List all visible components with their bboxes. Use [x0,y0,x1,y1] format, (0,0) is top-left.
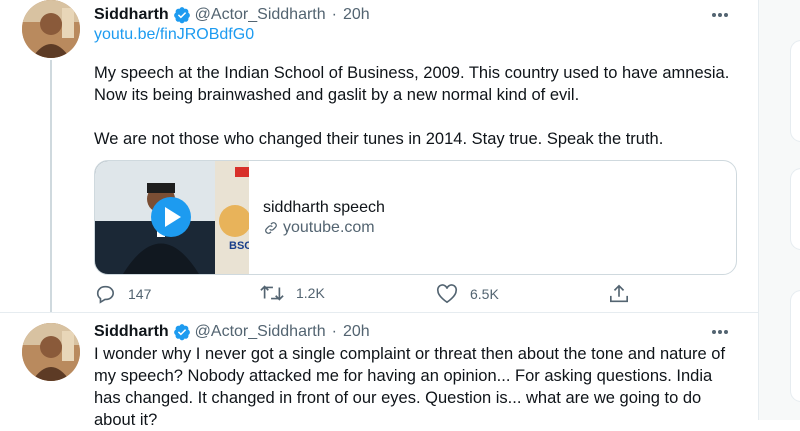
video-thumbnail[interactable]: BSC [95,161,249,274]
avatar[interactable] [22,0,80,58]
more-dots-icon[interactable] [706,321,734,343]
card-domain-text: youtube.com [283,219,375,236]
thread-line [50,60,52,312]
share-icon [610,284,628,303]
sidebar-card [790,40,800,142]
tweet-feed: Siddharth @Actor_Siddharth · 20h youtu.b… [0,0,758,429]
sidebar-card [790,168,800,250]
author-name[interactable]: Siddharth [94,6,169,24]
retweet-button[interactable]: 1.2K [260,284,325,302]
svg-text:BSC: BSC [229,240,249,252]
tweet-2[interactable]: Siddharth @Actor_Siddharth · 20h I wonde… [0,313,758,429]
tweet-actions: 147 1.2K 6.5K [94,284,654,306]
author-handle[interactable]: @Actor_Siddharth [195,323,326,341]
card-domain[interactable]: youtube.com [263,219,375,237]
avatar[interactable] [22,323,80,381]
like-button[interactable]: 6.5K [436,284,499,304]
reply-count: 147 [128,286,152,302]
tweet-1[interactable]: Siddharth @Actor_Siddharth · 20h youtu.b… [0,0,758,312]
like-icon [436,284,458,304]
reply-button[interactable]: 147 [94,284,151,304]
link-preview-card[interactable]: BSC siddharth speech youtube.com [94,160,737,275]
retweet-count: 1.2K [296,285,325,301]
sidebar-card [790,290,800,402]
timestamp[interactable]: 20h [343,323,370,341]
timestamp[interactable]: 20h [343,6,370,24]
retweet-icon [260,285,284,301]
tweet-link[interactable]: youtu.be/finJROBdfG0 [94,26,254,44]
verified-badge-icon [173,7,190,24]
tweet-body: My speech at the Indian School of Busine… [94,64,730,148]
tweet-header: Siddharth @Actor_Siddharth · 20h [94,321,370,343]
tweet-header: Siddharth @Actor_Siddharth · 20h [94,4,370,26]
separator-dot: · [331,323,337,340]
tweet-body: I wonder why I never got a single compla… [94,345,730,429]
verified-badge-icon [173,324,190,341]
card-title[interactable]: siddharth speech [263,199,385,217]
separator-dot: · [331,6,337,23]
link-icon [265,222,277,234]
share-button[interactable] [608,284,642,304]
author-handle[interactable]: @Actor_Siddharth [195,6,326,24]
reply-icon [96,285,114,304]
more-dots-icon[interactable] [706,4,734,26]
like-count: 6.5K [470,286,499,302]
author-name[interactable]: Siddharth [94,323,169,341]
